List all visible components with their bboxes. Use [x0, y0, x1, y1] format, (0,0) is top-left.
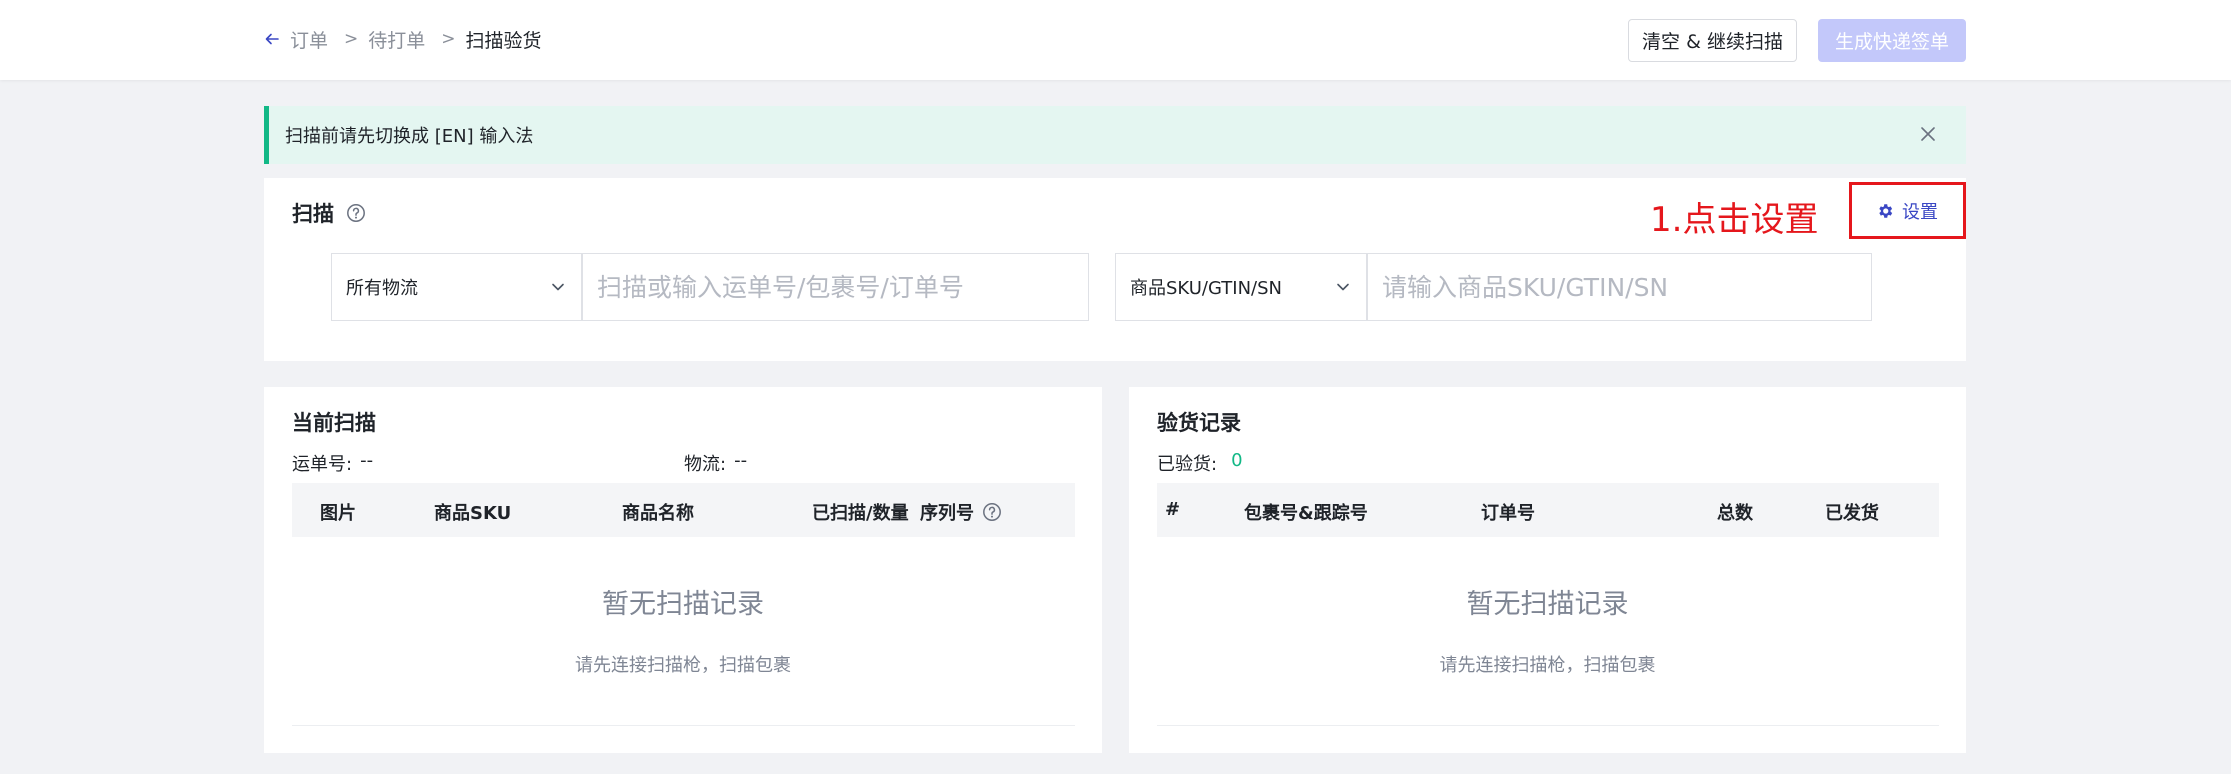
column-header: 订单号: [1481, 503, 1535, 524]
inspected-count: 已验货: 0: [1157, 450, 1243, 476]
column-header: 包裹号&跟踪号: [1244, 503, 1368, 524]
inspected-label: 已验货:: [1157, 454, 1218, 475]
logistics-info: 物流: --: [684, 450, 747, 476]
annotation-label: 1.点击设置: [1650, 200, 1819, 240]
column-header: 已扫描/数量: [812, 503, 909, 524]
chevron-down-icon: [552, 283, 564, 291]
scan-section-title: 扫描: [292, 198, 366, 228]
current-scan-title: 当前扫描: [292, 411, 376, 435]
inspection-table-header: # 包裹号&跟踪号 订单号 总数 已发货: [1157, 483, 1939, 537]
settings-button[interactable]: 设置: [1876, 196, 1938, 226]
breadcrumb-separator: >: [441, 29, 456, 49]
waybill-label: 运单号:: [292, 454, 353, 475]
chevron-down-icon: [1337, 283, 1349, 291]
sku-input-wrap: [1367, 253, 1872, 321]
inspected-value: 0: [1231, 450, 1243, 471]
breadcrumb-orders[interactable]: 订单: [290, 26, 328, 53]
empty-state-title: 暂无扫描记录: [1466, 589, 1629, 620]
inspection-records-title: 验货记录: [1157, 411, 1241, 435]
help-icon[interactable]: [982, 502, 1002, 522]
current-scan-panel: 当前扫描 运单号: -- 物流: -- 图片 商品SKU 商品名称 已扫描/数量…: [264, 387, 1102, 753]
top-bar: 订单 > 待打单 > 扫描验货 清空 & 继续扫描 生成快递签单: [0, 0, 2231, 80]
empty-state-title: 暂无扫描记录: [602, 589, 764, 620]
alert-text: 扫描前请先切换成 [EN] 输入法: [285, 126, 534, 147]
logistics-label: 物流:: [684, 454, 727, 475]
logistics-select-value: 所有物流: [346, 278, 418, 299]
current-scan-table-header: 图片 商品SKU 商品名称 已扫描/数量 序列号: [292, 483, 1075, 537]
column-header: 商品SKU: [434, 503, 512, 524]
waybill-info: 运单号: --: [292, 450, 373, 476]
column-header: 总数: [1717, 503, 1753, 524]
inspection-records-panel: 验货记录 已验货: 0 # 包裹号&跟踪号 订单号 总数 已发货 暂无扫描记录 …: [1129, 387, 1966, 753]
scan-panel: 扫描 1.点击设置 设置 所有物流 商品SKU/GTIN/SN: [264, 178, 1966, 361]
divider: [292, 725, 1075, 726]
tracking-number-input-wrap: [582, 253, 1089, 321]
breadcrumb-separator: >: [344, 29, 359, 49]
generate-label-button[interactable]: 生成快递签单: [1818, 19, 1966, 62]
waybill-value: --: [360, 450, 374, 471]
serial-column-header: 序列号: [920, 499, 1002, 525]
tracking-number-input[interactable]: [583, 254, 1088, 320]
column-header: 已发货: [1825, 503, 1879, 524]
close-icon[interactable]: [1918, 124, 1938, 144]
gear-icon: [1879, 204, 1893, 218]
logistics-select[interactable]: 所有物流: [331, 253, 582, 321]
breadcrumb: 订单 > 待打单 > 扫描验货: [264, 26, 542, 52]
column-header: 商品名称: [622, 503, 694, 524]
help-icon[interactable]: [346, 203, 366, 223]
sku-type-select[interactable]: 商品SKU/GTIN/SN: [1115, 253, 1367, 321]
column-header: 序列号: [920, 503, 974, 524]
arrow-left-icon[interactable]: [264, 29, 284, 49]
breadcrumb-pending[interactable]: 待打单: [368, 26, 425, 53]
column-header: #: [1165, 499, 1181, 520]
empty-state-hint: 请先连接扫描枪，扫描包裹: [575, 655, 791, 676]
empty-state-hint: 请先连接扫描枪，扫描包裹: [1439, 655, 1656, 676]
column-header: 图片: [320, 503, 356, 524]
scan-title-text: 扫描: [292, 202, 334, 226]
sku-input[interactable]: [1368, 254, 1871, 320]
settings-label: 设置: [1902, 202, 1938, 223]
input-method-alert: 扫描前请先切换成 [EN] 输入法: [264, 106, 1966, 164]
sku-type-select-value: 商品SKU/GTIN/SN: [1130, 278, 1283, 299]
breadcrumb-current: 扫描验货: [465, 29, 542, 52]
divider: [1157, 725, 1939, 726]
logistics-value: --: [734, 450, 748, 471]
clear-continue-button[interactable]: 清空 & 继续扫描: [1628, 19, 1797, 62]
